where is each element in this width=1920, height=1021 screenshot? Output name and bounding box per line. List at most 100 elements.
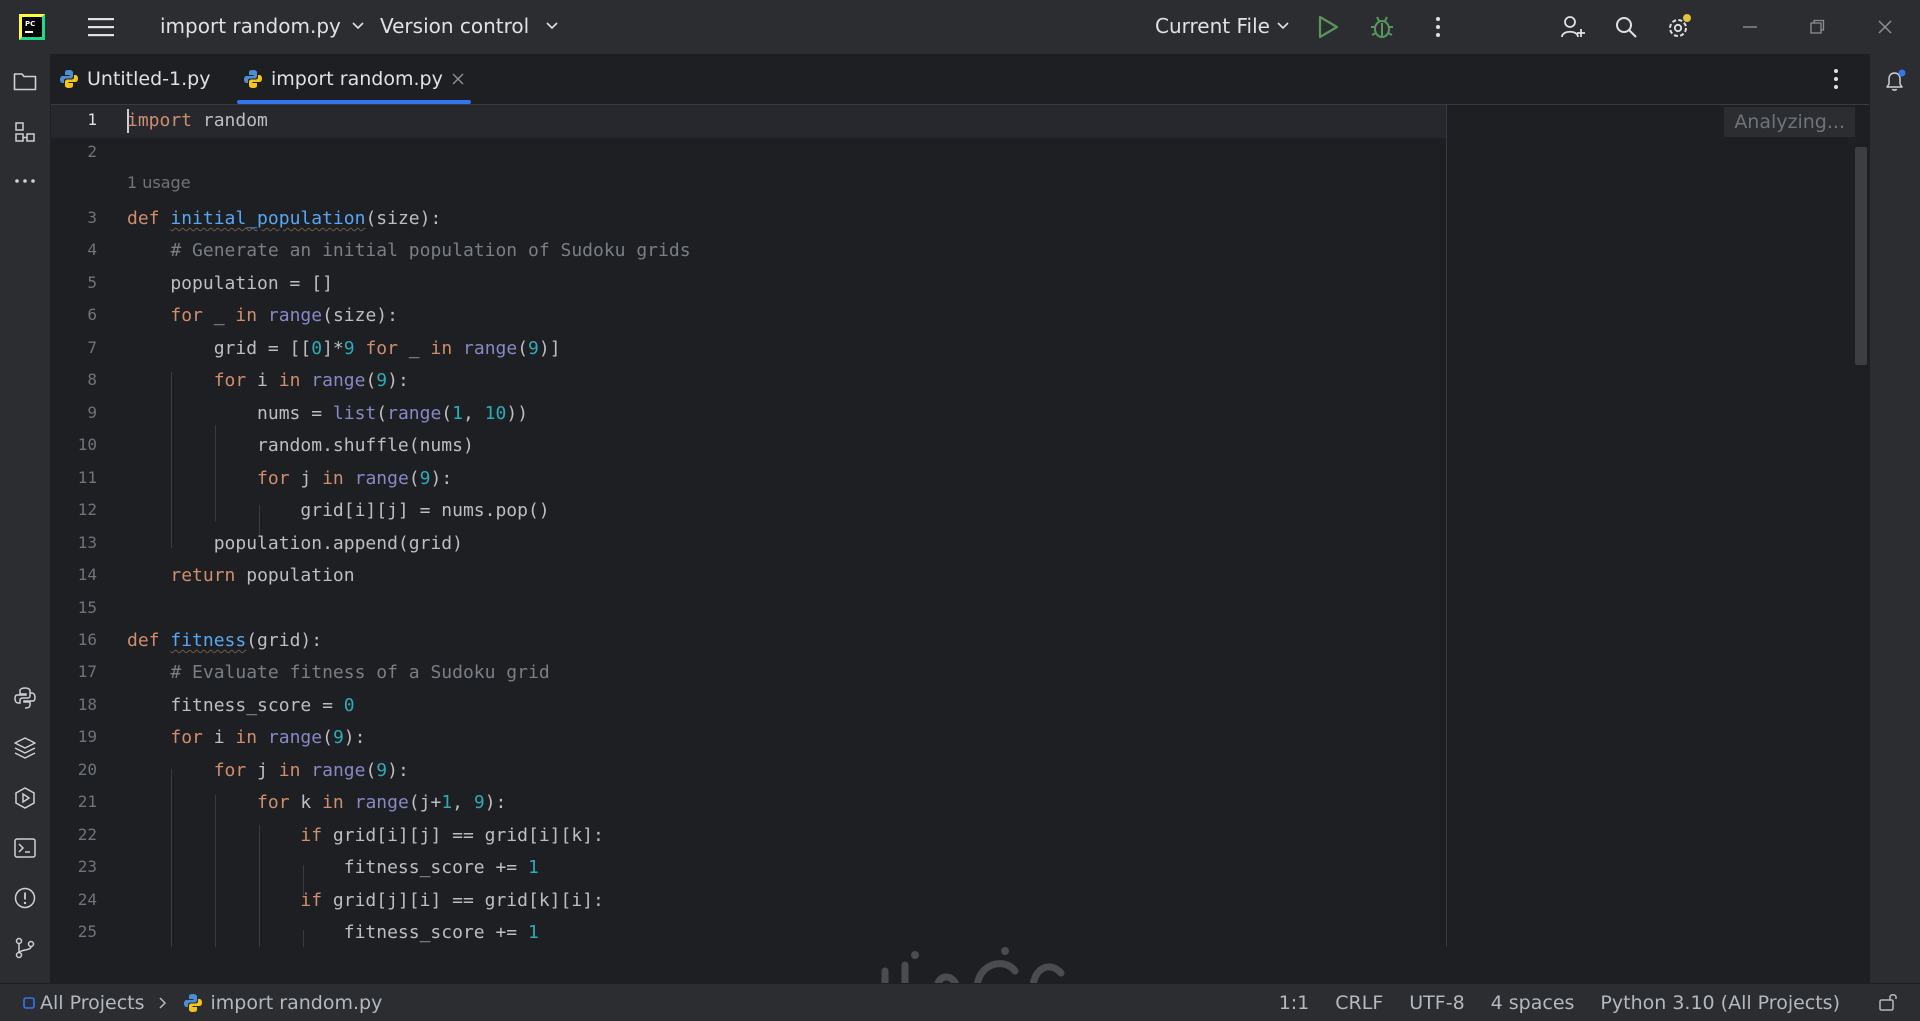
- settings-icon[interactable]: [1664, 13, 1694, 41]
- file-encoding[interactable]: UTF-8: [1409, 992, 1464, 1014]
- tab-import-random[interactable]: import random.py: [237, 54, 471, 104]
- code-line[interactable]: grid[i][j] = nums.pop(): [127, 495, 549, 527]
- code-line[interactable]: for k in range(j+1, 9):: [127, 787, 506, 819]
- pycharm-logo-icon[interactable]: PC: [19, 14, 45, 40]
- chevron-down-icon: [352, 22, 364, 30]
- scrollbar-thumb[interactable]: [1855, 147, 1867, 365]
- line-number: 22: [77, 825, 97, 844]
- services-icon[interactable]: [10, 783, 40, 813]
- line-number: 2: [87, 142, 97, 161]
- right-margin-guide: [1446, 105, 1447, 947]
- editor-tab-bar: Untitled-1.py import random.py: [51, 54, 1869, 105]
- python-file-icon: [183, 993, 202, 1012]
- line-number: 20: [77, 760, 97, 779]
- restore-icon[interactable]: [1805, 14, 1829, 40]
- breadcrumb-root[interactable]: All Projects: [40, 992, 145, 1014]
- run-config-label: Current File: [1155, 14, 1270, 38]
- python-packages-icon[interactable]: [10, 733, 40, 763]
- line-number-gutter[interactable]: 1 2 3 4 5 6 7 8 9 10 11 12 13 14 15 16 1…: [51, 105, 101, 947]
- search-icon[interactable]: [1612, 13, 1640, 41]
- code-line[interactable]: fitness_score += 1: [127, 917, 539, 947]
- line-number: 15: [77, 598, 97, 617]
- code-line[interactable]: fitness_score = 0: [127, 690, 354, 722]
- breadcrumb: All Projects import random.py: [22, 984, 382, 1021]
- close-icon[interactable]: [1873, 14, 1897, 40]
- line-number: 13: [77, 533, 97, 552]
- problems-icon[interactable]: [10, 883, 40, 913]
- more-horizontal-icon[interactable]: [10, 166, 40, 196]
- line-number: 11: [77, 468, 97, 487]
- project-icon[interactable]: [10, 66, 40, 96]
- left-tool-window-bar: [0, 54, 51, 983]
- vcs-widget[interactable]: Version control: [380, 14, 559, 38]
- line-number: 18: [77, 695, 97, 714]
- main-menu-icon[interactable]: [86, 13, 116, 41]
- line-number: 16: [77, 630, 97, 649]
- line-number: 7: [87, 338, 97, 357]
- line-number: 1: [87, 110, 97, 129]
- line-number: 8: [87, 370, 97, 389]
- code-line[interactable]: for j in range(9):: [127, 755, 409, 787]
- code-line[interactable]: nums = list(range(1, 10)): [127, 398, 528, 430]
- code-line[interactable]: population.append(grid): [127, 528, 463, 560]
- code-line[interactable]: def initial_population(size):: [127, 203, 441, 235]
- code-line[interactable]: return population: [127, 560, 354, 592]
- code-line[interactable]: # Evaluate fitness of a Sudoku grid: [127, 657, 549, 689]
- line-number: 25: [77, 922, 97, 941]
- tab-more-vertical-icon[interactable]: [1823, 64, 1849, 94]
- usage-inlay-hint[interactable]: 1 usage: [127, 173, 191, 192]
- code-editor[interactable]: 1 2 3 4 5 6 7 8 9 10 11 12 13 14 15 16 1…: [51, 105, 1869, 947]
- line-number: 19: [77, 727, 97, 746]
- run-config-widget[interactable]: Current File: [1155, 14, 1290, 38]
- python-interpreter[interactable]: Python 3.10 (All Projects): [1600, 992, 1840, 1014]
- tab-untitled-1[interactable]: Untitled-1.py: [59, 54, 218, 104]
- code-line[interactable]: if grid[j][i] == grid[k][i]:: [127, 885, 603, 917]
- line-number: 3: [87, 208, 97, 227]
- code-line[interactable]: for i in range(9):: [127, 722, 365, 754]
- project-widget[interactable]: import random.py: [160, 14, 365, 38]
- read-only-lock-icon[interactable]: [1878, 992, 1902, 1014]
- add-user-icon[interactable]: [1559, 13, 1587, 41]
- line-number: 9: [87, 403, 97, 422]
- debug-icon[interactable]: [1368, 13, 1396, 41]
- python-file-icon: [244, 70, 262, 88]
- line-number: 17: [77, 662, 97, 681]
- project-widget-label: import random.py: [160, 14, 341, 38]
- notifications-icon[interactable]: [1880, 66, 1910, 96]
- breadcrumb-file[interactable]: import random.py: [211, 992, 383, 1014]
- terminal-icon[interactable]: [10, 833, 40, 863]
- code-line[interactable]: # Generate an initial population of Sudo…: [127, 235, 690, 267]
- code-line[interactable]: grid = [[0]*9 for _ in range(9)]: [127, 333, 561, 365]
- analyzing-indicator: Analyzing...: [1724, 107, 1855, 137]
- line-number: 4: [87, 240, 97, 259]
- code-line[interactable]: random.shuffle(nums): [127, 430, 474, 462]
- tab-close-icon[interactable]: [451, 72, 465, 86]
- svg-text:PC: PC: [25, 20, 35, 28]
- project-square-icon: [23, 996, 35, 1009]
- chevron-down-icon: [546, 22, 558, 30]
- line-separator[interactable]: CRLF: [1335, 992, 1383, 1014]
- code-line[interactable]: for j in range(9):: [127, 463, 452, 495]
- python-console-icon[interactable]: [10, 683, 40, 713]
- line-number: 10: [77, 435, 97, 454]
- run-icon[interactable]: [1315, 14, 1341, 40]
- minimize-icon[interactable]: [1738, 14, 1762, 40]
- caret-position[interactable]: 1:1: [1279, 992, 1310, 1014]
- line-number: 21: [77, 792, 97, 811]
- right-tool-window-bar: [1869, 54, 1920, 983]
- tab-label: import random.py: [271, 68, 443, 90]
- code-line[interactable]: def fitness(grid):: [127, 625, 322, 657]
- structure-icon[interactable]: [10, 117, 40, 147]
- indent-setting[interactable]: 4 spaces: [1491, 992, 1575, 1014]
- code-line[interactable]: if grid[i][j] == grid[i][k]:: [127, 820, 603, 852]
- chevron-right-icon: [158, 996, 166, 1009]
- code-line[interactable]: population = []: [127, 268, 333, 300]
- more-vertical-icon[interactable]: [1428, 14, 1448, 40]
- git-icon[interactable]: [10, 933, 40, 963]
- line-number: 24: [77, 890, 97, 909]
- code-line[interactable]: for i in range(9):: [127, 365, 409, 397]
- code-line[interactable]: import random: [127, 105, 268, 137]
- code-line[interactable]: fitness_score += 1: [127, 852, 539, 884]
- code-line[interactable]: for _ in range(size):: [127, 300, 398, 332]
- line-number: 5: [87, 273, 97, 292]
